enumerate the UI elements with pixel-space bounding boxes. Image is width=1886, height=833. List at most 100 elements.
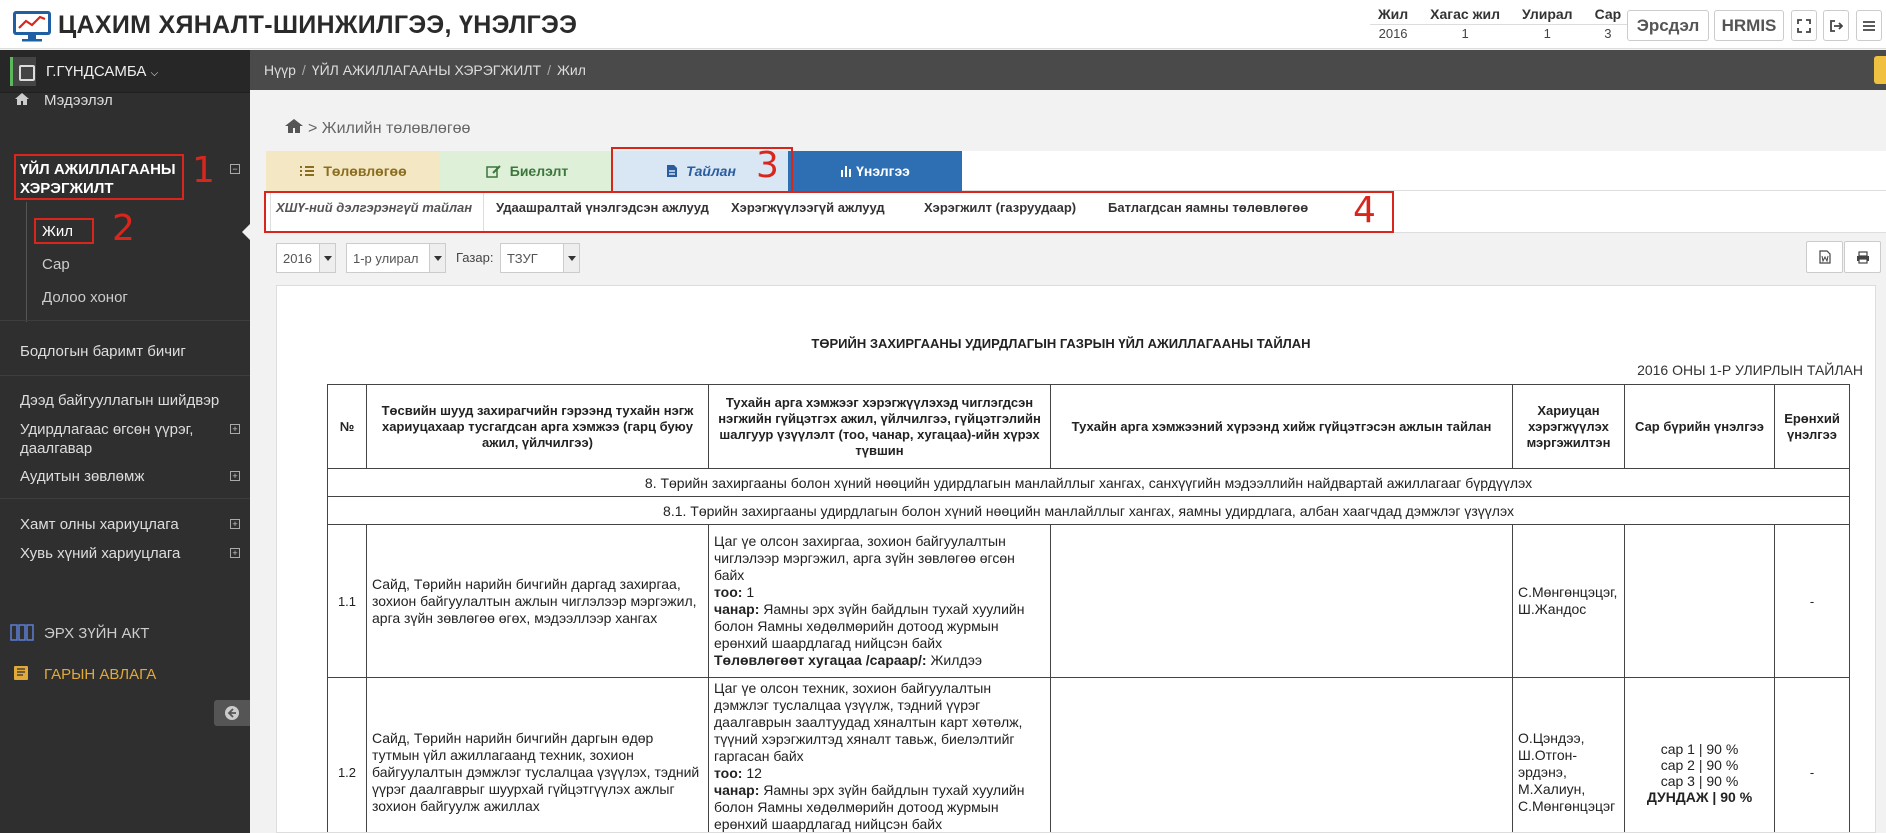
place-select[interactable]: ТЗУГ [500, 243, 580, 273]
filter-bar: 2016 1-р улирал Газар: ТЗУГ [266, 241, 1886, 275]
sidebar-item-info-label: Мэдээлэл [44, 92, 113, 109]
edit-icon [486, 165, 501, 178]
col-monthly: Сар бүрийн үнэлгээ [1624, 384, 1775, 469]
row-work: Цаг үе олсон техник, зохион байгуулалтын… [708, 677, 1051, 832]
export-word-button[interactable] [1806, 241, 1843, 273]
table-row: 1.2 Сайд, Төрийн нарийн бичгийн даргын ө… [327, 677, 1850, 832]
sidebar-item-tasks[interactable]: Удирдлагаас өгсөн үүрэг, даалгавар + [0, 420, 250, 460]
period-quarter-header: Улирал [1514, 4, 1587, 25]
year-select[interactable]: 2016 [276, 243, 336, 273]
sidebar-subitem-month[interactable]: Сар [42, 256, 70, 273]
sidebar-item-audit-label: Аудитын зөвлөмж [20, 468, 145, 485]
qty-label: тоо: [714, 765, 743, 781]
col-officer: Хариуцан хэрэгжүүлэх мэргэжилтэн [1512, 384, 1625, 469]
divider [0, 498, 250, 499]
sidebar-item-policy-label: Бодлогын баримт бичиг [20, 343, 186, 360]
row-report [1050, 524, 1513, 678]
sidebar-collapse-button[interactable] [214, 700, 250, 726]
sidebar-item-law-acts-label: ЭРХ ЗҮЙН АКТ [44, 625, 150, 642]
sidebar-subitem-year[interactable]: Жил [42, 223, 73, 240]
quality-value: Яамны эрх зүйн байдлын тухай хуулийн бол… [714, 601, 1025, 651]
books-icon [10, 624, 34, 641]
expand-plus-icon[interactable]: + [230, 548, 240, 558]
monthly-rating: сар 3 | 90 % [1660, 772, 1739, 789]
home-icon[interactable] [284, 118, 304, 134]
row-measure: Сайд, Төрийн нарийн бичгийн даргад захир… [366, 524, 709, 678]
place-select-value: ТЗУГ [507, 251, 538, 266]
quality-label: чанар: [714, 601, 760, 617]
col-work: Тухайн арга хэмжээг хэрэгжүүлэхэд чиглэг… [708, 384, 1051, 469]
breadcrumb: Нүүр / ҮЙЛ АЖИЛЛАГААНЫ ХЭРЭГЖИЛТ / Жил [264, 62, 586, 78]
user-menu[interactable]: Г.ГҮНДСАМБА ⌵ [0, 50, 250, 93]
monthly-rating: сар 2 | 90 % [1660, 756, 1739, 773]
logout-button[interactable] [1823, 10, 1849, 41]
sidebar-item-info[interactable]: Мэдээлэл [0, 92, 250, 109]
time-value: Жилдээ [930, 652, 982, 668]
tab-plan[interactable]: Төлөвлөгөө [266, 151, 440, 191]
row-work: Цаг үе олсон захиргаа, зохион байгуулалт… [708, 524, 1051, 678]
breadcrumb-home[interactable]: Нүүр [264, 62, 296, 78]
annotation-box [264, 191, 1394, 233]
qty-value: 1 [746, 584, 755, 600]
chevron-down-icon: ⌵ [150, 68, 159, 79]
sidebar-subitem-week[interactable]: Долоо хоног [42, 289, 128, 306]
row-monthly [1624, 524, 1775, 678]
quarter-select[interactable]: 1-р улирал [346, 243, 446, 273]
qty-value: 12 [746, 765, 762, 781]
tab-evaluation[interactable]: Үнэлгээ [788, 151, 962, 191]
expand-plus-icon[interactable]: + [230, 519, 240, 529]
print-button[interactable] [1844, 241, 1881, 273]
dropdown-arrow-icon [429, 244, 445, 272]
fullscreen-button[interactable] [1791, 10, 1817, 41]
col-number: № [327, 384, 367, 469]
collapse-minus-icon[interactable]: − [230, 164, 240, 174]
quality-value: Яамны эрх зүйн байдлын тухай хуулийн бол… [714, 782, 1025, 832]
period-quarter-value: 1 [1543, 26, 1551, 41]
row-officer: О.Цэндээ, Ш.Отгон-эрдэнэ, М.Халиун, С.Мө… [1512, 677, 1625, 832]
report-table: № Төсвийн шууд захирагчийн гэрээнд тухай… [327, 384, 1850, 832]
user-avatar-icon [10, 57, 36, 86]
hamburger-icon [1863, 20, 1875, 31]
report-subtitle: 2016 ОНЫ 1-Р УЛИРЛЫН ТАЙЛАН [1637, 362, 1863, 378]
sidebar-section-activity[interactable]: ҮЙЛ АЖИЛЛАГААНЫ ХЭРЭГЖИЛТ [14, 154, 184, 200]
tab-plan-label: Төлөвлөгөө [323, 163, 407, 179]
table-row: 1.1 Сайд, Төрийн нарийн бичгийн даргад з… [327, 524, 1850, 678]
bar-chart-icon [841, 166, 852, 177]
sidebar-item-decisions-label: Дээд байгууллагын шийдвэр [20, 392, 220, 409]
report-tabs: Төлөвлөгөө Биелэлт Тайлан Үнэлгээ [266, 151, 1886, 191]
year-select-value: 2016 [283, 251, 312, 266]
sidebar-item-manual-label: ГАРЫН АВЛАГА [44, 666, 157, 683]
side-toggle-tab[interactable] [1874, 56, 1886, 84]
expand-plus-icon[interactable]: + [230, 424, 240, 434]
row-report [1050, 677, 1513, 832]
menu-button[interactable] [1856, 10, 1882, 41]
quarter-select-value: 1-р улирал [353, 251, 419, 266]
page-heading-text: > Жилийн төлөвлөгөө [308, 120, 471, 137]
home-icon [15, 93, 29, 105]
period-year-header: Жил [1370, 4, 1423, 25]
report-title: ТӨРИЙН ЗАХИРГААНЫ УДИРДЛАГЫН ГАЗРЫН ҮЙЛ … [811, 336, 1311, 351]
row-number: 1.2 [327, 677, 367, 832]
period-half-header: Хагас жил [1422, 4, 1514, 25]
tab-execution[interactable]: Биелэлт [440, 151, 614, 191]
divider [0, 375, 250, 376]
monitor-chart-logo-icon [13, 11, 51, 42]
breadcrumb-activity[interactable]: ҮЙЛ АЖИЛЛАГААНЫ ХЭРЭГЖИЛТ [312, 62, 541, 78]
sidebar-item-personal-label: Хувь хүний хариуцлага [20, 545, 181, 562]
risk-button[interactable]: Эрсдэл [1627, 10, 1709, 41]
tab-evaluation-label: Үнэлгээ [856, 163, 910, 179]
print-icon [1856, 250, 1869, 264]
sub-tree-line [26, 202, 27, 322]
row-measure: Сайд, Төрийн нарийн бичгийн даргын өдөр … [366, 677, 709, 832]
annotation-number: 1 [192, 150, 215, 191]
sidebar-section-activity-label: ҮЙЛ АЖИЛЛАГААНЫ ХЭРЭГЖИЛТ [20, 161, 176, 197]
sidebar-item-tasks-label: Удирдлагаас өгсөн үүрэг, даалгавар [20, 421, 194, 457]
quality-label: чанар: [714, 782, 760, 798]
report-document: ТӨРИЙН ЗАХИРГААНЫ УДИРДЛАГЫН ГАЗРЫН ҮЙЛ … [276, 285, 1876, 833]
row-monthly: сар 1 | 90 % сар 2 | 90 % сар 3 | 90 % Д… [1624, 677, 1775, 832]
time-label: Төлөвлөгөөт хугацаа /сараар/: [714, 652, 927, 668]
file-word-icon [1818, 250, 1831, 264]
hrmis-button[interactable]: HRMIS [1714, 10, 1784, 41]
expand-plus-icon[interactable]: + [230, 471, 240, 481]
sidebar-item-team-label: Хамт олны хариуцлага [20, 516, 179, 533]
